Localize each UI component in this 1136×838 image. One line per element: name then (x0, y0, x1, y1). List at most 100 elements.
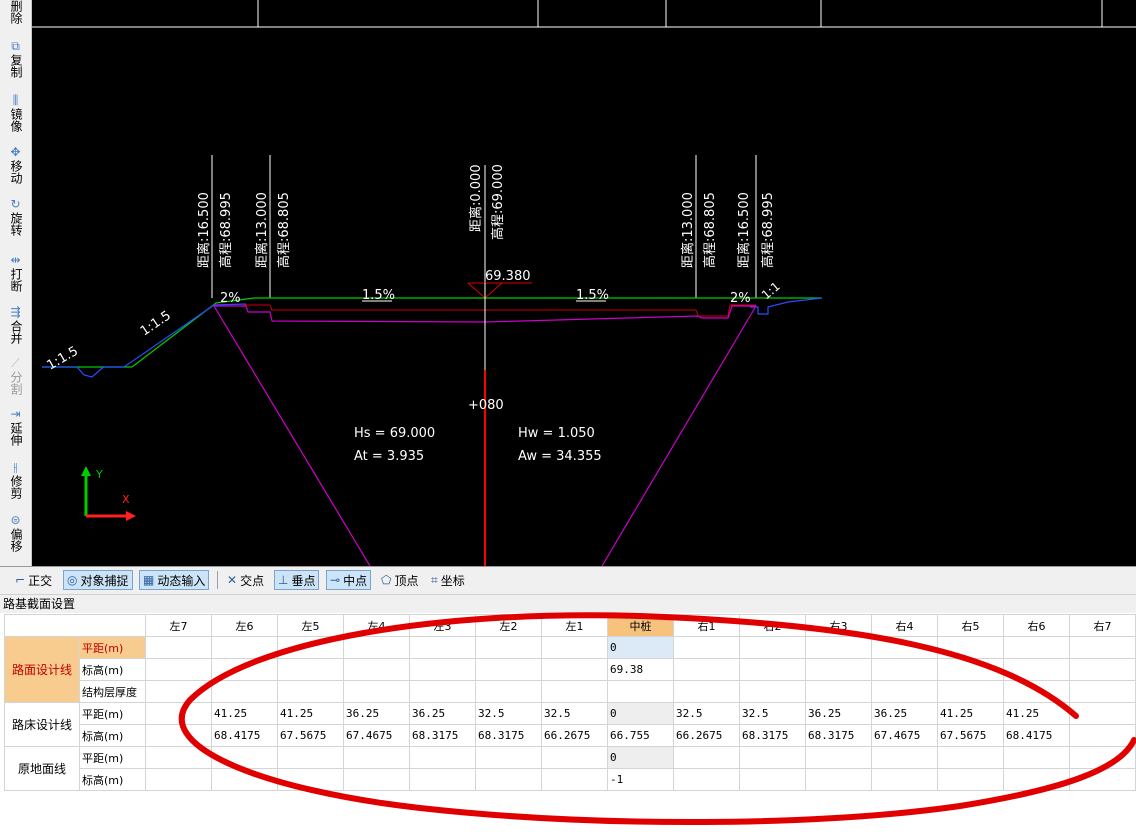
table-cell[interactable] (871, 658, 938, 681)
table-cell[interactable] (145, 680, 212, 703)
table-cell[interactable]: 41.25 (211, 702, 278, 725)
column-header[interactable]: 中桩 (607, 614, 674, 637)
table-cell[interactable]: 66.2675 (673, 724, 740, 747)
column-header[interactable]: 右3 (805, 614, 872, 637)
perpendicular-button[interactable]: ⊥ 垂点 (274, 570, 320, 590)
tool-split-button[interactable]: ⟋ 分割 (2, 357, 29, 396)
table-cell[interactable] (1069, 746, 1136, 769)
table-cell[interactable] (475, 768, 542, 791)
table-cell[interactable] (805, 636, 872, 659)
table-cell[interactable] (607, 680, 674, 703)
table-cell[interactable] (739, 658, 806, 681)
table-cell[interactable] (145, 636, 212, 659)
table-cell[interactable] (805, 746, 872, 769)
table-cell[interactable] (739, 746, 806, 769)
column-header[interactable]: 右5 (937, 614, 1004, 637)
table-cell[interactable] (343, 658, 410, 681)
tool-join-button[interactable]: ⇶ 合并 (2, 306, 29, 345)
table-cell[interactable] (343, 680, 410, 703)
table-cell[interactable] (1069, 658, 1136, 681)
table-cell[interactable] (1069, 768, 1136, 791)
tool-delete-button[interactable]: 删除 (2, 0, 29, 24)
table-cell[interactable] (277, 680, 344, 703)
table-cell[interactable] (343, 636, 410, 659)
tool-rotate-button[interactable]: ↻ 旋转 (2, 198, 29, 237)
table-cell[interactable] (211, 768, 278, 791)
table-cell[interactable] (937, 636, 1004, 659)
table-cell[interactable]: 32.5 (739, 702, 806, 725)
table-cell[interactable] (937, 658, 1004, 681)
column-header[interactable]: 左7 (145, 614, 212, 637)
table-cell[interactable] (211, 746, 278, 769)
table-cell[interactable] (541, 636, 608, 659)
table-cell[interactable] (409, 768, 476, 791)
table-cell[interactable] (475, 658, 542, 681)
table-cell[interactable] (409, 636, 476, 659)
object-snap-button[interactable]: ◎ 对象捕捉 (63, 570, 133, 590)
table-cell[interactable] (673, 768, 740, 791)
table-cell[interactable]: 66.755 (607, 724, 674, 747)
table-cell[interactable] (541, 746, 608, 769)
table-cell[interactable] (1069, 724, 1136, 747)
table-cell[interactable] (871, 636, 938, 659)
table-cell[interactable] (145, 702, 212, 725)
tool-extend-button[interactable]: ⇥ 延伸 (2, 408, 29, 447)
tool-move-button[interactable]: ✥ 移动 (2, 146, 29, 185)
table-cell[interactable] (673, 680, 740, 703)
table-cell[interactable] (937, 680, 1004, 703)
column-header[interactable]: 左2 (475, 614, 542, 637)
table-cell[interactable]: 32.5 (673, 702, 740, 725)
column-header[interactable]: 左4 (343, 614, 410, 637)
column-header[interactable]: 左1 (541, 614, 608, 637)
table-cell[interactable]: 36.25 (343, 702, 410, 725)
table-cell[interactable] (871, 680, 938, 703)
table-cell[interactable]: 36.25 (871, 702, 938, 725)
table-cell[interactable] (1003, 636, 1070, 659)
table-cell[interactable] (541, 680, 608, 703)
table-cell[interactable] (277, 746, 344, 769)
table-cell[interactable] (541, 658, 608, 681)
table-cell[interactable] (673, 746, 740, 769)
table-cell[interactable] (343, 768, 410, 791)
table-cell[interactable] (1003, 658, 1070, 681)
table-cell[interactable] (673, 658, 740, 681)
table-cell[interactable] (145, 746, 212, 769)
table-cell[interactable]: 41.25 (1003, 702, 1070, 725)
table-cell[interactable] (409, 746, 476, 769)
coordinate-button[interactable]: ⌗ 坐标 (428, 570, 468, 590)
table-cell[interactable] (211, 658, 278, 681)
column-header[interactable]: 右1 (673, 614, 740, 637)
cad-canvas[interactable]: 距离:16.500 高程:68.995 距离:13.000 高程:68.805 … (32, 0, 1136, 566)
tool-copy-button[interactable]: ⧉ 复制 (2, 40, 29, 79)
table-cell[interactable]: 36.25 (409, 702, 476, 725)
table-cell[interactable]: 68.4175 (211, 724, 278, 747)
table-cell[interactable] (1003, 680, 1070, 703)
table-cell[interactable] (409, 658, 476, 681)
column-header[interactable]: 左6 (211, 614, 278, 637)
column-header[interactable]: 右6 (1003, 614, 1070, 637)
column-header[interactable]: 右7 (1069, 614, 1136, 637)
table-cell[interactable]: 41.25 (937, 702, 1004, 725)
table-cell[interactable] (871, 746, 938, 769)
table-cell[interactable]: 0 (607, 746, 674, 769)
table-cell[interactable]: 36.25 (805, 702, 872, 725)
table-cell[interactable] (805, 658, 872, 681)
column-header[interactable]: 左5 (277, 614, 344, 637)
intersection-button[interactable]: ✕ 交点 (224, 570, 267, 590)
tool-mirror-button[interactable]: ⫼ 镜像 (2, 94, 29, 133)
table-cell[interactable] (1069, 680, 1136, 703)
table-cell[interactable] (1069, 702, 1136, 725)
table-cell[interactable] (739, 636, 806, 659)
table-cell[interactable] (343, 746, 410, 769)
table-cell[interactable]: 69.38 (607, 658, 674, 681)
table-cell[interactable] (1003, 768, 1070, 791)
table-cell[interactable] (805, 680, 872, 703)
table-cell[interactable] (211, 680, 278, 703)
table-cell[interactable]: 67.5675 (277, 724, 344, 747)
tool-trim-button[interactable]: ⫲ 修剪 (2, 461, 29, 500)
table-cell[interactable] (541, 768, 608, 791)
table-cell[interactable] (937, 746, 1004, 769)
table-cell[interactable]: 68.3175 (739, 724, 806, 747)
table-cell[interactable] (145, 724, 212, 747)
table-cell[interactable] (739, 768, 806, 791)
